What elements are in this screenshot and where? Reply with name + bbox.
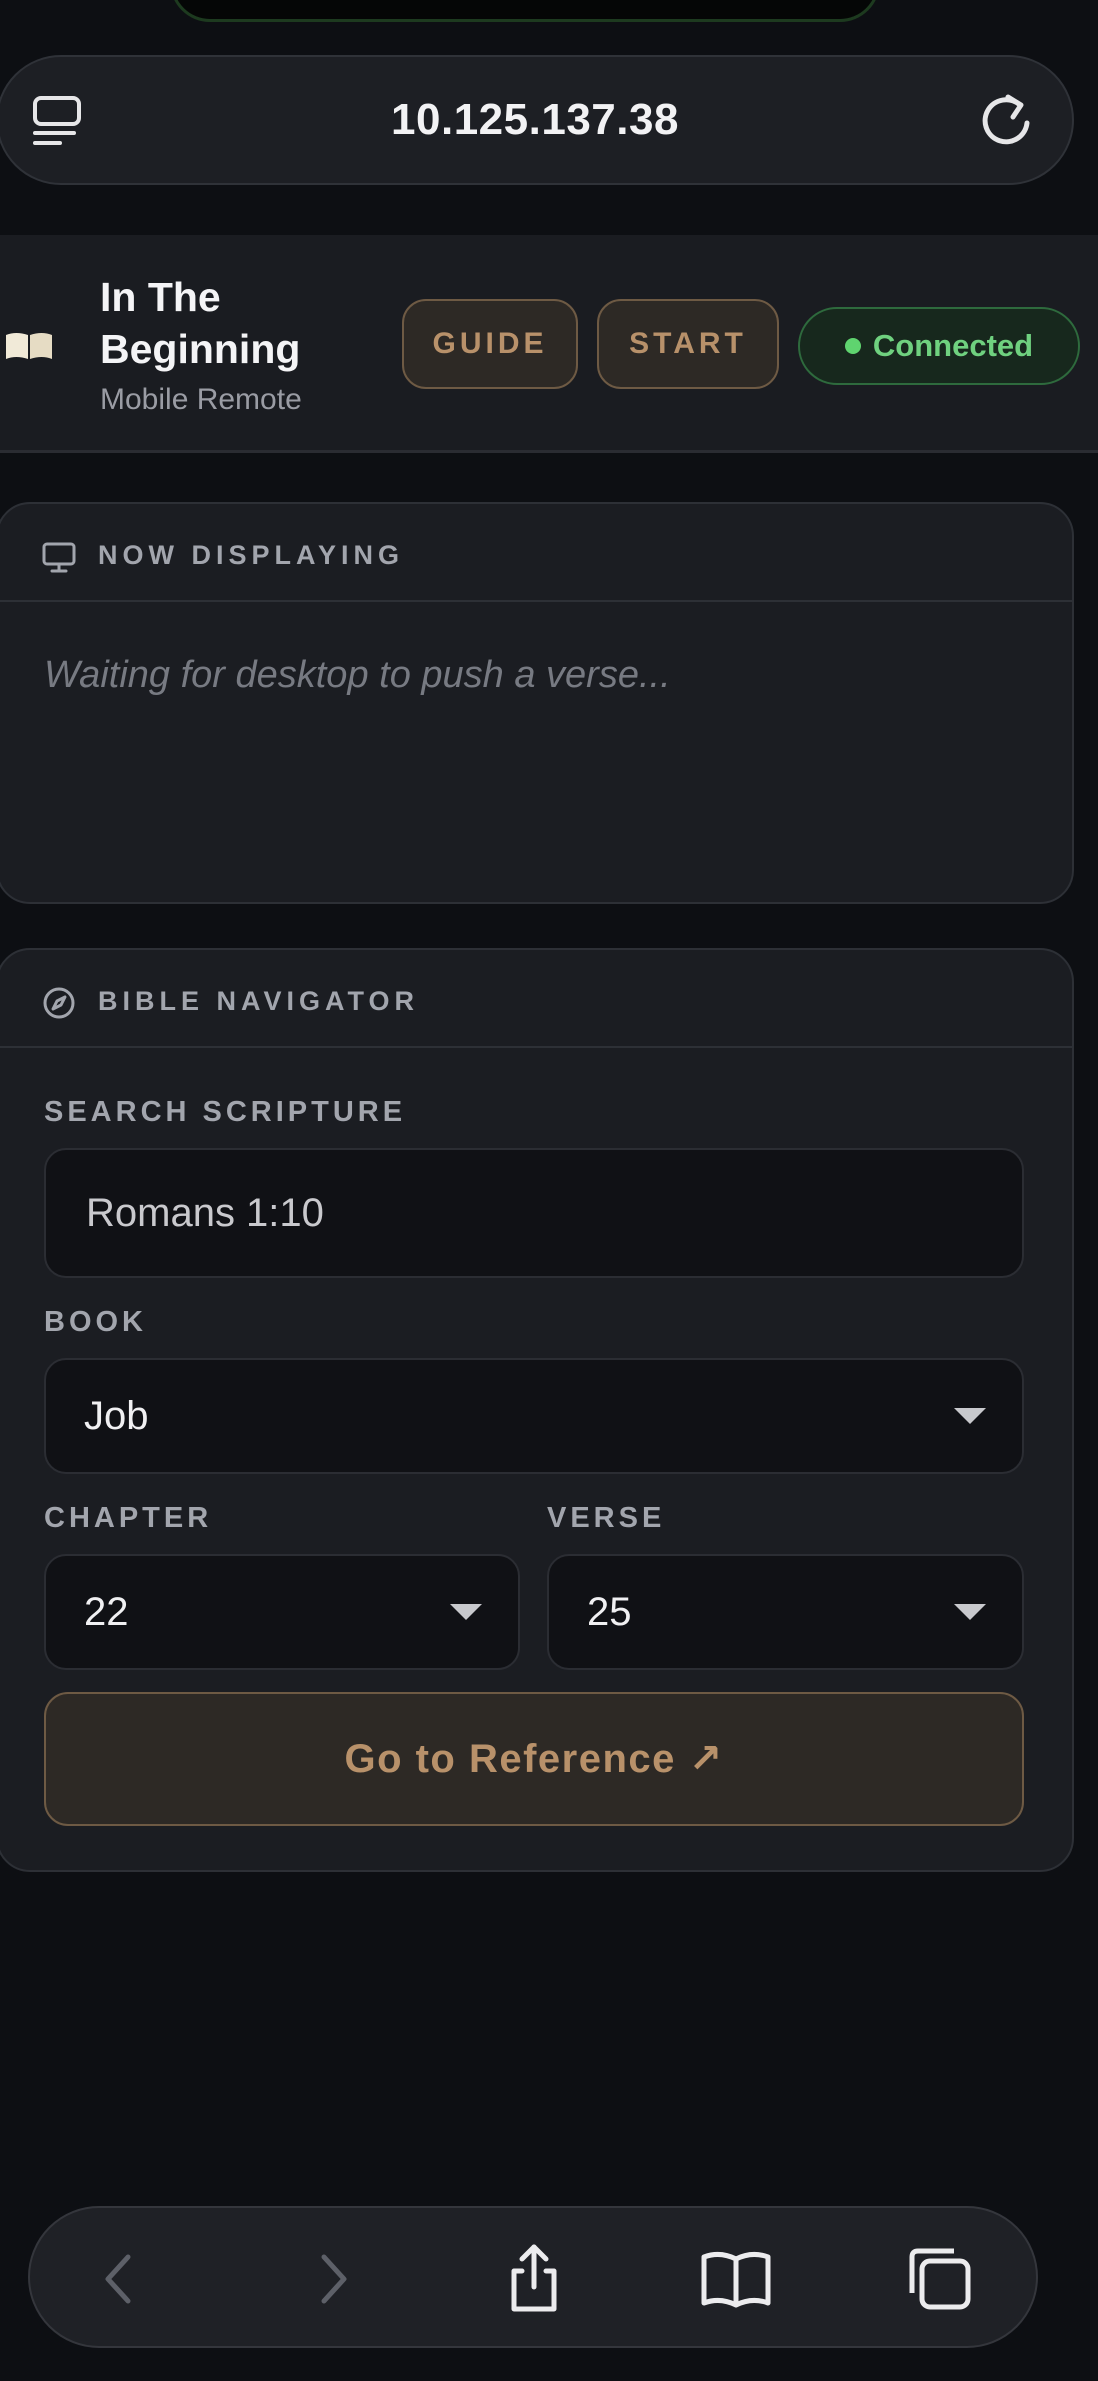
chapter-select-value: 22 [84, 1589, 129, 1634]
bible-navigator-header: BIBLE NAVIGATOR [0, 950, 1072, 1048]
bible-navigator-title: BIBLE NAVIGATOR [98, 986, 420, 1016]
chapter-label: CHAPTER [44, 1502, 213, 1534]
device-notch [170, 0, 880, 22]
app-title: In The Beginning [100, 274, 301, 372]
book-label: BOOK [44, 1306, 147, 1338]
search-label: SEARCH SCRIPTURE [44, 1096, 407, 1128]
compass-icon [43, 987, 75, 1019]
bookmarks-icon[interactable] [700, 2243, 772, 2315]
monitor-icon [42, 542, 76, 573]
waiting-message: Waiting for desktop to push a verse... [44, 654, 671, 696]
go-to-reference-button[interactable]: Go to Reference ↗ [44, 1692, 1024, 1826]
now-displaying-title: NOW DISPLAYING [98, 540, 405, 570]
verse-label: VERSE [547, 1502, 666, 1534]
bible-navigator-card: BIBLE NAVIGATOR SEARCH SCRIPTURE BOOK Jo… [0, 948, 1074, 1872]
chevron-down-icon [954, 1604, 986, 1620]
status-dot-icon [844, 338, 861, 354]
tabs-icon[interactable] [904, 2243, 976, 2315]
status-label: Connected [872, 328, 1034, 363]
back-icon[interactable] [84, 2243, 156, 2315]
chapter-select[interactable]: 22 [44, 1554, 520, 1670]
open-book-icon [6, 333, 52, 359]
start-button[interactable]: START [597, 299, 779, 389]
share-icon[interactable] [498, 2243, 570, 2315]
app-subtitle: Mobile Remote [100, 383, 302, 416]
forward-icon[interactable] [296, 2243, 368, 2315]
guide-button[interactable]: GUIDE [402, 299, 578, 389]
now-displaying-header: NOW DISPLAYING [0, 504, 1072, 602]
browser-address-bar[interactable]: 10.125.137.38 [0, 55, 1074, 185]
browser-toolbar [28, 2206, 1038, 2348]
search-input[interactable] [44, 1148, 1024, 1278]
reload-icon[interactable] [976, 91, 1036, 151]
chevron-down-icon [954, 1408, 986, 1424]
url-text[interactable]: 10.125.137.38 [0, 95, 1072, 145]
connection-status-badge: Connected [798, 307, 1080, 385]
book-select[interactable]: Job [44, 1358, 1024, 1474]
now-displaying-card: NOW DISPLAYING Waiting for desktop to pu… [0, 502, 1074, 904]
chevron-down-icon [450, 1604, 482, 1620]
book-select-value: Job [84, 1393, 149, 1438]
verse-select[interactable]: 25 [547, 1554, 1024, 1670]
verse-select-value: 25 [587, 1589, 632, 1634]
